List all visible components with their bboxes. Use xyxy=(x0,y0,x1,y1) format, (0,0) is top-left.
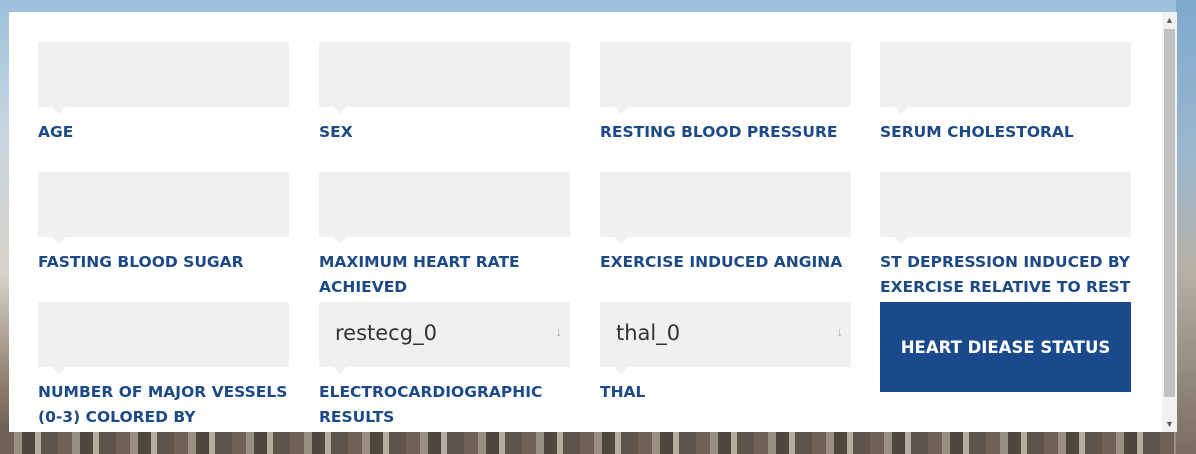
serum-cholestoral-input[interactable] xyxy=(880,42,1131,114)
field-max-heart-rate: MAXIMUM HEART RATE ACHIEVED xyxy=(319,172,570,300)
field-sex: SEX xyxy=(319,42,570,145)
electrocardiographic-label: ELECTROCARDIOGRAPHIC RESULTS xyxy=(319,383,543,426)
electrocardiographic-select[interactable]: restecg_0 ↓ xyxy=(319,302,570,374)
major-vessels-label: NUMBER OF MAJOR VESSELS (0-3) COLORED BY xyxy=(38,383,288,426)
max-heart-rate-input[interactable] xyxy=(319,172,570,244)
sex-label: SEX xyxy=(319,123,353,141)
heart-disease-status-button[interactable]: HEART DIEASE STATUS xyxy=(880,302,1131,392)
electrocardiographic-selected-value: restecg_0 xyxy=(335,321,437,345)
sex-input[interactable] xyxy=(319,42,570,114)
fasting-blood-sugar-input[interactable] xyxy=(38,172,289,244)
resting-blood-pressure-label: RESTING BLOOD PRESSURE xyxy=(600,123,838,141)
thal-label: THAL xyxy=(600,383,646,401)
exercise-induced-angina-input[interactable] xyxy=(600,172,851,244)
field-resting-blood-pressure: RESTING BLOOD PRESSURE xyxy=(600,42,851,145)
field-electrocardiographic: restecg_0 ↓ ELECTROCARDIOGRAPHIC RESULTS xyxy=(319,302,570,430)
background-sky-edge xyxy=(1176,0,1196,454)
exercise-induced-angina-label: EXERCISE INDUCED ANGINA xyxy=(600,253,843,271)
field-major-vessels: NUMBER OF MAJOR VESSELS (0-3) COLORED BY xyxy=(38,302,289,430)
scrollbar-thumb[interactable] xyxy=(1164,29,1175,397)
age-input[interactable] xyxy=(38,42,289,114)
age-label: AGE xyxy=(38,123,74,141)
st-depression-label: ST DEPRESSION INDUCED BY EXERCISE RELATI… xyxy=(880,253,1131,296)
thal-selected-value: thal_0 xyxy=(616,321,681,345)
field-serum-cholestoral: SERUM CHOLESTORAL xyxy=(880,42,1131,145)
major-vessels-input[interactable] xyxy=(38,302,289,374)
vertical-scrollbar[interactable]: ▲ ▼ xyxy=(1162,12,1177,432)
field-fasting-blood-sugar: FASTING BLOOD SUGAR xyxy=(38,172,289,275)
arrow-down-icon: ↓ xyxy=(836,324,844,339)
chevron-up-icon[interactable]: ▲ xyxy=(1162,12,1177,28)
chevron-down-icon[interactable]: ▼ xyxy=(1162,416,1177,432)
arrow-down-icon: ↓ xyxy=(555,324,563,339)
thal-select[interactable]: thal_0 ↓ xyxy=(600,302,851,374)
resting-blood-pressure-input[interactable] xyxy=(600,42,851,114)
serum-cholestoral-label: SERUM CHOLESTORAL xyxy=(880,123,1074,141)
field-thal: thal_0 ↓ THAL xyxy=(600,302,851,405)
prediction-form-panel: AGE SEX RESTING BLOOD PRESSURE SERUM CHO… xyxy=(9,12,1177,432)
fasting-blood-sugar-label: FASTING BLOOD SUGAR xyxy=(38,253,244,271)
st-depression-input[interactable] xyxy=(880,172,1131,244)
field-exercise-induced-angina: EXERCISE INDUCED ANGINA xyxy=(600,172,851,275)
field-st-depression: ST DEPRESSION INDUCED BY EXERCISE RELATI… xyxy=(880,172,1131,300)
max-heart-rate-label: MAXIMUM HEART RATE ACHIEVED xyxy=(319,253,520,296)
field-age: AGE xyxy=(38,42,289,145)
